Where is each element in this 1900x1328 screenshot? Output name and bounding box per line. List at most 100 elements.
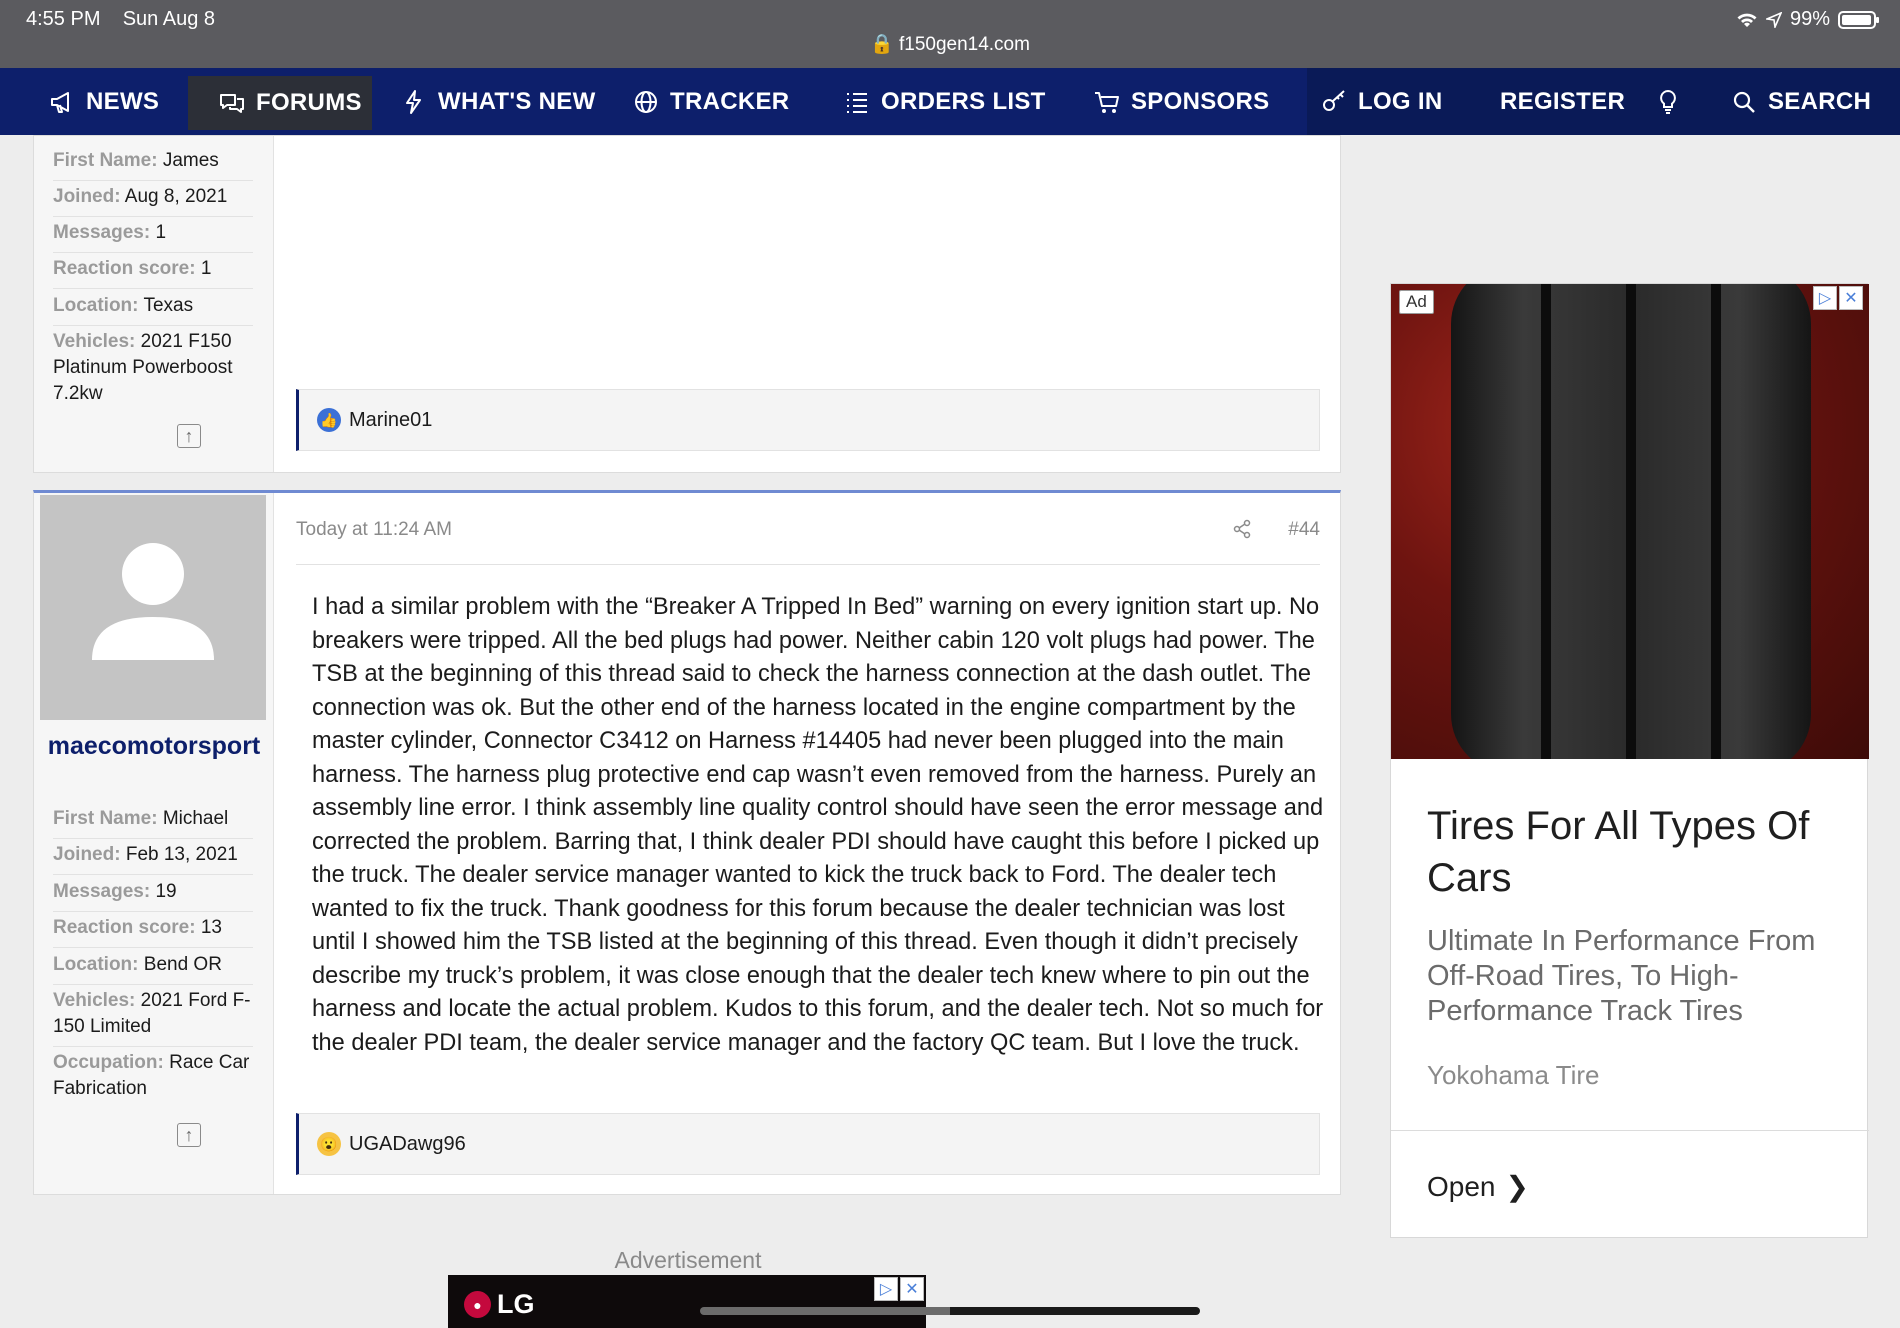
close-icon[interactable]: ✕ [1839, 286, 1863, 310]
adchoices-icon[interactable]: ▷ [1813, 286, 1837, 310]
adchoices-icon[interactable]: ▷ [874, 1277, 898, 1301]
prop-key: Reaction score: [53, 258, 196, 279]
nav-sponsors-label: SPONSORS [1131, 87, 1270, 115]
close-icon[interactable]: ✕ [900, 1277, 924, 1301]
prop-key: Joined: [53, 186, 121, 207]
ad-open-label: Open [1427, 1170, 1496, 1202]
user-prop: Location: Bend OR [53, 952, 253, 985]
scroll-up-icon[interactable]: ↑ [177, 424, 201, 448]
post-card: First Name: James Joined: Aug 8, 2021 Me… [33, 135, 1341, 473]
lg-logo: ● LG [464, 1289, 535, 1320]
sidebar-ad[interactable]: Ad ▷ ✕ Tires For All Types Of Cars Ultim… [1390, 283, 1869, 1238]
ad-image[interactable]: Ad ▷ ✕ [1391, 284, 1869, 759]
prop-key: Vehicles: [53, 331, 136, 352]
post-body: I had a similar problem with the “Breake… [312, 594, 1324, 1056]
prop-value: Feb 13, 2021 [125, 844, 238, 865]
location-arrow-icon [1765, 11, 1782, 28]
nav-news[interactable]: NEWS [48, 68, 159, 135]
reaction-bar[interactable]: 👍 Marine01 [296, 389, 1320, 451]
user-info-panel: maecomotorsport First Name: Michael Join… [34, 493, 274, 1194]
nav-forums-label: FORUMS [256, 89, 362, 116]
url-text: f150gen14.com [898, 34, 1030, 55]
nav-login-label: LOG IN [1358, 87, 1443, 115]
ad-brand: Yokohama Tire [1427, 1060, 1600, 1090]
nav-search[interactable]: SEARCH [1730, 68, 1871, 135]
lightbulb-icon [1660, 89, 1676, 114]
key-icon [1323, 89, 1345, 111]
nav-login[interactable]: LOG IN [1320, 68, 1442, 135]
nav-register-label: REGISTER [1500, 87, 1626, 115]
prop-value: 1 [200, 258, 212, 279]
user-prop: Joined: Aug 8, 2021 [53, 184, 253, 217]
prop-value: James [162, 150, 219, 171]
user-prop: Vehicles: 2021 Ford F-150 Limited [53, 988, 253, 1047]
search-icon [1733, 91, 1755, 113]
nav-register[interactable]: REGISTER [1500, 68, 1625, 135]
username-link[interactable]: maecomotorsport [34, 729, 274, 763]
status-date-text: Sun Aug 8 [122, 8, 216, 30]
user-prop: Reaction score: 1 [53, 256, 253, 289]
prop-key: Joined: [53, 844, 121, 865]
post-card: maecomotorsport First Name: Michael Join… [33, 490, 1341, 1195]
globe-icon [635, 90, 657, 113]
ad-open-button[interactable]: Open ❯ [1427, 1170, 1529, 1203]
user-prop: Location: Texas [53, 293, 253, 326]
reaction-bar[interactable]: 😮 UGADawg96 [296, 1113, 1320, 1175]
prop-key: Messages: [53, 222, 151, 243]
home-indicator[interactable] [700, 1307, 1200, 1315]
user-prop: Reaction score: 13 [53, 915, 253, 948]
prop-key: Messages: [53, 881, 151, 902]
lg-logo-icon: ● [464, 1291, 491, 1318]
prop-key: Location: [53, 954, 139, 975]
thumbs-up-icon: 👍 [317, 408, 341, 432]
user-info-panel: First Name: James Joined: Aug 8, 2021 Me… [34, 136, 274, 472]
chevron-right-icon: ❯ [1505, 1171, 1529, 1202]
scroll-up-icon[interactable]: ↑ [177, 1123, 201, 1147]
prop-value: Michael [162, 808, 229, 829]
chat-bubbles-icon [220, 94, 244, 113]
wifi-icon [1737, 13, 1757, 27]
prop-key: Vehicles: [53, 990, 136, 1011]
post-number[interactable]: #44 [1288, 519, 1320, 541]
ad-description: Ultimate In Performance From Off-Road Ti… [1427, 925, 1816, 1027]
nav-forums[interactable]: FORUMS [188, 76, 372, 130]
ad-title[interactable]: Tires For All Types Of Cars [1427, 800, 1847, 904]
lightning-icon [406, 89, 421, 114]
avatar[interactable] [40, 495, 266, 720]
nav-style-toggle[interactable] [1654, 68, 1682, 135]
prop-value: 1 [155, 222, 167, 243]
ios-status-bar: 4:55 PM Sun Aug 8 🔒 f150gen14.com 99% [0, 0, 1900, 68]
nav-search-label: SEARCH [1768, 87, 1872, 115]
user-prop: Messages: 19 [53, 879, 253, 912]
user-prop: Vehicles: 2021 F150 Platinum Powerboost … [53, 329, 253, 413]
prop-key: Reaction score: [53, 917, 196, 938]
prop-value: Aug 8, 2021 [124, 186, 228, 207]
prop-value: Bend OR [143, 954, 222, 975]
reaction-user[interactable]: UGADawg96 [349, 1133, 466, 1156]
nav-whats-new[interactable]: WHAT'S NEW [400, 68, 596, 135]
status-right: 99% [1736, 8, 1879, 31]
battery-icon [1838, 10, 1879, 29]
nav-tracker[interactable]: TRACKER [632, 68, 789, 135]
address-bar[interactable]: 🔒 f150gen14.com [0, 32, 1900, 56]
cart-icon [1095, 91, 1119, 113]
wow-face-icon: 😮 [317, 1132, 341, 1156]
user-prop: Messages: 1 [53, 220, 253, 253]
advertisement-label: Advertisement [614, 1247, 762, 1273]
nav-sponsors[interactable]: SPONSORS [1093, 68, 1269, 135]
user-prop: Joined: Feb 13, 2021 [53, 842, 253, 875]
share-icon[interactable] [1232, 519, 1252, 545]
user-prop: Occupation: Race Car Fabrication [53, 1050, 253, 1108]
user-prop: First Name: James [53, 148, 253, 181]
battery-percent: 99% [1789, 8, 1830, 30]
nav-orders-list[interactable]: ORDERS LIST [843, 68, 1046, 135]
nav-orders-list-label: ORDERS LIST [881, 87, 1046, 115]
post-date[interactable]: Today at 11:24 AM [296, 519, 452, 541]
lock-icon: 🔒 [870, 34, 894, 55]
megaphone-icon [51, 91, 69, 113]
status-time-text: 4:55 PM [26, 8, 101, 30]
main-nav: NEWS FORUMS WHAT'S NEW TRACKER ORDERS LI… [0, 68, 1900, 135]
reaction-user[interactable]: Marine01 [349, 409, 432, 432]
bottom-ad[interactable]: ● LG ▷ ✕ [448, 1275, 926, 1328]
status-time: 4:55 PM Sun Aug 8 [26, 8, 215, 31]
